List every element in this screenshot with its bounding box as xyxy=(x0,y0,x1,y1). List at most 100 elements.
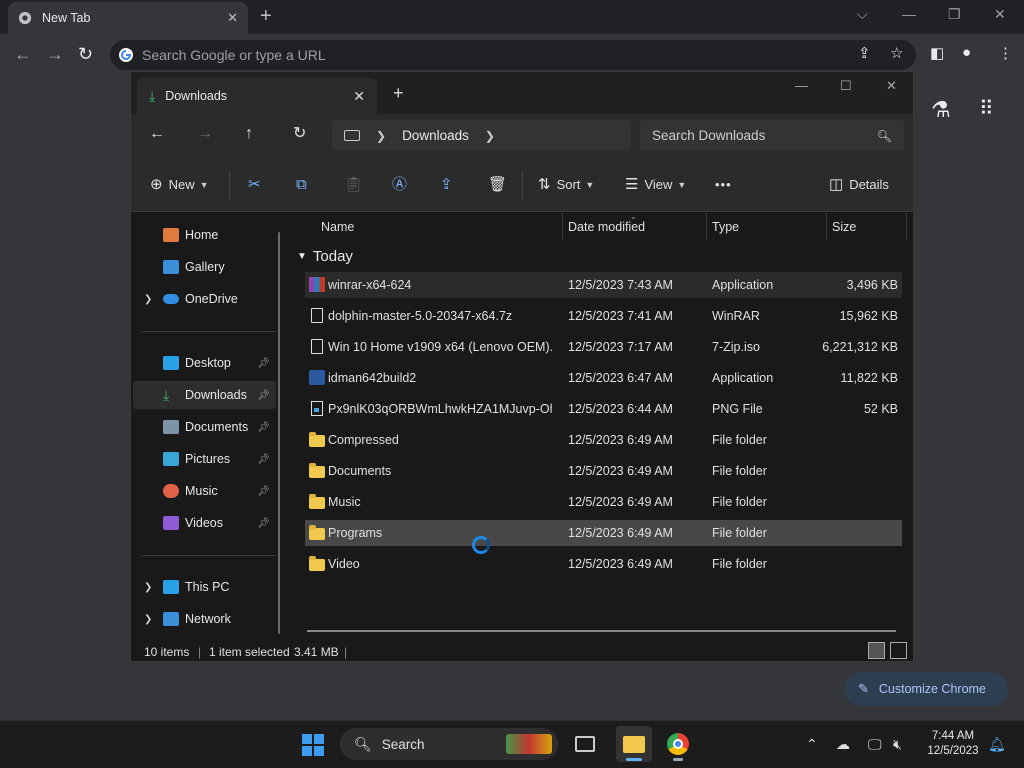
horizontal-scrollbar[interactable] xyxy=(307,630,896,632)
chevron-right-icon[interactable]: ❯ xyxy=(485,129,495,143)
new-label: New xyxy=(168,177,195,192)
forward-icon[interactable]: → xyxy=(197,124,213,144)
share-button[interactable]: ⇪ xyxy=(440,176,459,194)
file-row[interactable]: Music 12/5/2023 6:49 AM File folder xyxy=(305,489,902,515)
pin-icon[interactable]: 📌︎ xyxy=(257,358,270,369)
minimize-icon[interactable]: — xyxy=(902,6,916,22)
rename-button[interactable]: Ⓐ xyxy=(392,176,413,194)
chevron-right-icon[interactable]: ❯ xyxy=(144,614,152,625)
volume-muted-icon[interactable]: 🔇︎ xyxy=(893,736,902,753)
sidebar-item-pictures[interactable]: Pictures 📌︎ xyxy=(133,445,276,473)
sidebar-item-home[interactable]: Home xyxy=(133,221,276,249)
profile-icon[interactable]: ● xyxy=(962,44,971,61)
details-button[interactable]: ◫ Details xyxy=(829,176,889,194)
back-icon[interactable]: ← xyxy=(14,44,32,64)
maximize-icon[interactable]: ☐ xyxy=(840,78,852,94)
close-tab-icon[interactable]: ✕ xyxy=(353,88,365,105)
side-panel-icon[interactable]: ◧ xyxy=(930,44,944,62)
close-window-icon[interactable]: ✕ xyxy=(886,78,897,94)
column-divider[interactable] xyxy=(562,213,563,241)
column-header-type[interactable]: Type xyxy=(712,213,739,241)
close-window-icon[interactable]: ✕ xyxy=(994,6,1006,23)
details-view-icon[interactable] xyxy=(868,642,885,659)
pin-icon[interactable]: 📌︎ xyxy=(257,422,270,433)
taskbar-search[interactable]: 🔍︎ Search xyxy=(340,728,558,760)
file-row[interactable]: Video 12/5/2023 6:49 AM File folder xyxy=(305,551,902,577)
new-button[interactable]: ⊕ New ▼ xyxy=(150,176,209,194)
customize-chrome-button[interactable]: ✎ Customize Chrome xyxy=(844,672,1008,706)
column-divider[interactable] xyxy=(906,213,907,241)
more-options-button[interactable]: ••• xyxy=(715,176,732,194)
chevron-right-icon[interactable]: ❯ xyxy=(144,582,152,593)
menu-kebab-icon[interactable]: ⋮ xyxy=(998,44,1013,62)
file-explorer-taskbar-icon[interactable] xyxy=(616,726,652,762)
explorer-tab-downloads[interactable]: ⤓ Downloads ✕ xyxy=(137,78,377,114)
tab-search-icon[interactable]: ⌵ xyxy=(857,6,868,23)
omnibox[interactable]: Search Google or type a URL xyxy=(110,40,916,70)
file-row[interactable]: winrar-x64-624 12/5/2023 7:43 AM Applicati… xyxy=(305,272,902,298)
sidebar-item-network[interactable]: ❯ Network xyxy=(133,605,276,633)
sidebar-scrollbar[interactable] xyxy=(278,232,280,634)
view-button[interactable]: ☰ View ▼ xyxy=(625,176,686,194)
file-row[interactable]: Documents 12/5/2023 6:49 AM File folder xyxy=(305,458,902,484)
file-row[interactable]: Win 10 Home v1909 x64 (Lenovo OEM).iso 12… xyxy=(305,334,902,360)
pin-icon[interactable]: 📌︎ xyxy=(257,518,270,529)
task-view-icon[interactable] xyxy=(567,726,603,762)
restore-icon[interactable]: ❐ xyxy=(948,6,961,23)
network-tray-icon[interactable]: 🖵︎ xyxy=(868,736,882,753)
close-tab-icon[interactable]: ✕ xyxy=(227,10,238,26)
column-header-name[interactable]: Name xyxy=(321,213,354,241)
group-header-today[interactable]: ▼ Today xyxy=(297,248,353,265)
column-header-date[interactable]: Date modified xyxy=(568,213,645,241)
column-divider[interactable] xyxy=(826,213,827,241)
up-icon[interactable]: ↑ xyxy=(245,124,253,144)
chevron-right-icon[interactable]: ❯ xyxy=(144,294,152,305)
file-row[interactable]: Programs 12/5/2023 6:49 AM File folder xyxy=(305,520,902,546)
pin-icon[interactable]: 📌︎ xyxy=(257,454,270,465)
sidebar-item-music[interactable]: Music 📌︎ xyxy=(133,477,276,505)
search-input[interactable]: Search Downloads 🔍︎ xyxy=(640,120,904,151)
delete-button[interactable]: 🗑︎ xyxy=(488,176,513,194)
address-bar[interactable]: ❯ Downloads ❯ xyxy=(332,120,631,151)
sidebar-item-onedrive[interactable]: ❯ OneDrive xyxy=(133,285,276,313)
forward-icon[interactable]: → xyxy=(46,44,64,64)
file-row[interactable]: Compressed 12/5/2023 6:49 AM File folder xyxy=(305,427,902,453)
chrome-tab-new-tab[interactable]: New Tab ✕ xyxy=(8,2,248,34)
new-tab-icon[interactable]: + xyxy=(260,6,272,26)
sidebar-item-this-pc[interactable]: ❯ This PC xyxy=(133,573,276,601)
file-row[interactable]: Px9nlK03qORBWmLhwkHZA1MJuvp-Oh... 12/5/20… xyxy=(305,396,902,422)
tiles-view-icon[interactable] xyxy=(890,642,907,659)
notification-bell-icon[interactable]: 🔔︎ xyxy=(988,736,1006,753)
sidebar-item-desktop[interactable]: Desktop 📌︎ xyxy=(133,349,276,377)
onedrive-tray-icon[interactable]: ☁ xyxy=(836,736,850,753)
sidebar-item-videos[interactable]: Videos 📌︎ xyxy=(133,509,276,537)
new-tab-icon[interactable]: + xyxy=(393,84,404,102)
sidebar-item-documents[interactable]: Documents 📌︎ xyxy=(133,413,276,441)
back-icon[interactable]: ← xyxy=(149,124,165,144)
copy-button[interactable]: ⧉ xyxy=(296,176,313,194)
tray-overflow-icon[interactable]: ⌃ xyxy=(806,736,818,753)
pin-icon[interactable]: 📌︎ xyxy=(257,486,270,497)
column-divider[interactable] xyxy=(706,213,707,241)
apps-grid-icon[interactable]: ⠿ xyxy=(979,96,994,121)
paste-button[interactable]: 📋︎ xyxy=(344,176,369,194)
sidebar-item-downloads[interactable]: ⤓ Downloads 📌︎ xyxy=(133,381,276,409)
share-icon[interactable]: ⇪ xyxy=(858,44,871,62)
cut-button[interactable]: ✂ xyxy=(248,176,267,194)
file-row[interactable]: idman642build2 12/5/2023 6:47 AM Applicati… xyxy=(305,365,902,391)
file-row[interactable]: dolphin-master-5.0-20347-x64.7z 12/5/2023… xyxy=(305,303,902,329)
breadcrumb-downloads[interactable]: Downloads xyxy=(402,128,469,143)
chevron-right-icon[interactable]: ❯ xyxy=(376,129,386,143)
refresh-icon[interactable]: ↻ xyxy=(293,124,306,144)
chrome-taskbar-icon[interactable] xyxy=(660,726,696,762)
bookmark-star-icon[interactable]: ☆ xyxy=(890,44,903,62)
reload-icon[interactable]: ↻ xyxy=(78,44,93,64)
windows-start-icon[interactable] xyxy=(302,734,324,756)
clock[interactable]: 7:44 AM 12/5/2023 xyxy=(920,729,986,759)
pin-icon[interactable]: 📌︎ xyxy=(257,390,270,401)
sidebar-item-gallery[interactable]: Gallery xyxy=(133,253,276,281)
minimize-icon[interactable]: — xyxy=(795,78,808,93)
column-header-size[interactable]: Size xyxy=(832,213,856,241)
labs-flask-icon[interactable]: ⚗ xyxy=(931,97,951,123)
sort-button[interactable]: ⇅ Sort ▼ xyxy=(538,176,594,194)
